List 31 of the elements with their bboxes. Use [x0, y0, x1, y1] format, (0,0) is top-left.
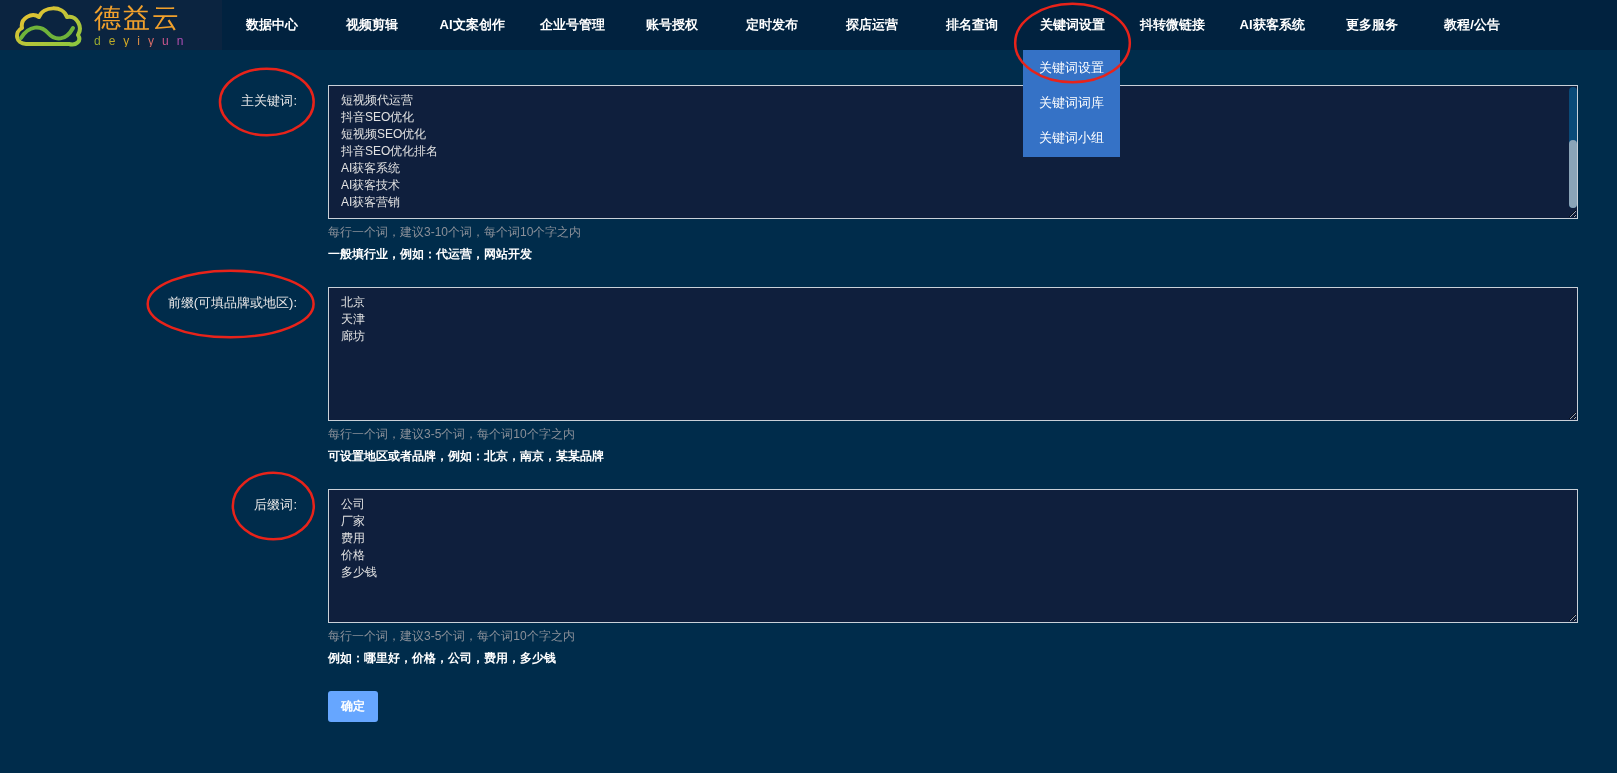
nav-menu-item[interactable]: 定时发布: [746, 15, 798, 35]
field-label: 主关键词:: [241, 93, 297, 108]
hint-text: 每行一个词，建议3-10个词，每个词10个字之内: [328, 224, 582, 241]
textarea-field[interactable]: 公司 厂家 费用 价格 多少钱: [328, 489, 1578, 623]
nav-menu-item[interactable]: 探店运营: [846, 15, 898, 35]
nav-menu-item[interactable]: 抖转微链接: [1139, 15, 1205, 35]
textarea-field[interactable]: 北京 天津 廊坊: [328, 287, 1578, 421]
hint-text: 每行一个词，建议3-5个词，每个词10个字之内: [328, 426, 575, 443]
nav-menu-item[interactable]: AI文案创作: [439, 15, 505, 35]
nav-menu-item[interactable]: AI获客系统: [1239, 15, 1305, 35]
nav-menu-item[interactable]: 数据中心: [246, 15, 298, 35]
cloud-logo-icon: [12, 3, 84, 47]
nav-menu-item[interactable]: 企业号管理: [539, 15, 605, 35]
nav-menu-item[interactable]: 关键词设置: [1039, 15, 1105, 35]
brand-name: 德益云: [94, 3, 182, 31]
hint-text: 每行一个词，建议3-5个词，每个词10个字之内: [328, 628, 575, 645]
note-text: 例如：哪里好，价格，公司，费用，多少钱: [328, 650, 556, 667]
scrollbar-thumb[interactable]: [1569, 140, 1577, 208]
nav-menu-item[interactable]: 排名查询: [946, 15, 998, 35]
nav-menu-item[interactable]: 视频剪辑: [346, 15, 398, 35]
dropdown-menu-item[interactable]: 关键词小组: [1023, 120, 1120, 155]
nav-menu-item[interactable]: 教程/公告: [1444, 15, 1500, 35]
note-text: 可设置地区或者品牌，例如：北京，南京，某某品牌: [328, 448, 604, 465]
note-text: 一般填行业，例如：代运营，网站开发: [328, 246, 532, 263]
scrollbar[interactable]: [1569, 87, 1577, 208]
nav-menu-item[interactable]: 账号授权: [646, 15, 698, 35]
nav-menu-item[interactable]: 更多服务: [1346, 15, 1398, 35]
dropdown-menu-item[interactable]: 关键词设置: [1023, 50, 1120, 85]
field-label: 后缀词:: [254, 497, 297, 512]
dropdown-menu-item[interactable]: 关键词词库: [1023, 85, 1120, 120]
field-label: 前缀(可填品牌或地区):: [167, 295, 297, 310]
